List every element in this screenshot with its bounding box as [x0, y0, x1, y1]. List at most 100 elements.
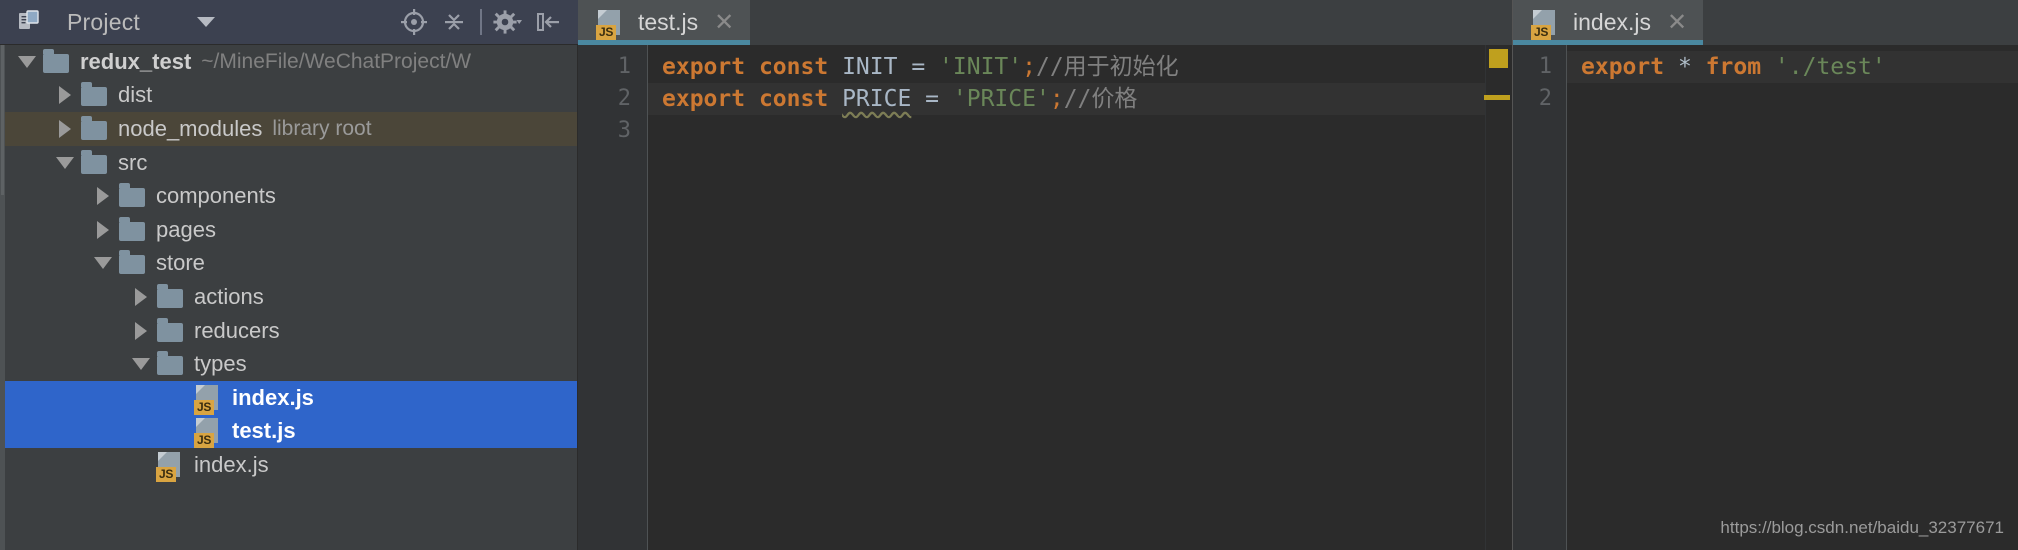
tree-row-label: store	[156, 250, 205, 276]
chevron-right-icon[interactable]	[52, 82, 78, 108]
tree-row-label: dist	[118, 82, 153, 108]
close-icon[interactable]: ✕	[714, 10, 734, 35]
code-token-op	[911, 86, 925, 112]
code-token-op	[828, 86, 842, 112]
warning-marker-icon[interactable]	[1489, 49, 1508, 68]
editor-pane-test-js: JS test.js ✕ 1 2 3 export const INIT = 'INIT';…	[578, 0, 1513, 550]
chevron-down-icon[interactable]	[52, 150, 78, 176]
js-file-icon: JS	[596, 9, 626, 40]
code-token-kw: const	[758, 54, 829, 80]
editor-body: 1 2 export * from './test'	[1513, 45, 2018, 550]
tree-scrollbar[interactable]	[0, 45, 5, 550]
code-token-semi: ;	[1022, 54, 1036, 80]
tree-row-redux-test[interactable]: redux_test ~/MineFile/WeChatProject/W	[0, 45, 577, 79]
tree-row-components[interactable]: components	[0, 179, 577, 213]
chevron-down-icon[interactable]	[14, 49, 40, 75]
line-number-gutter[interactable]: 1 2 3	[578, 45, 648, 550]
tree-row-reducers[interactable]: reducers	[0, 314, 577, 348]
locate-target-icon[interactable]	[394, 2, 434, 42]
project-toolbar	[394, 2, 568, 42]
tree-scrollbar-thumb[interactable]	[1, 45, 4, 195]
code-line[interactable]	[648, 115, 1485, 147]
code-token-kw: from	[1705, 54, 1762, 80]
code-line[interactable]: export const PRICE = 'PRICE';//价格	[648, 83, 1485, 115]
line-number: 1	[1538, 54, 1552, 79]
folder-icon	[80, 149, 110, 177]
tree-row-annotation: library root	[272, 116, 372, 140]
js-file-icon: JS	[194, 384, 224, 415]
editor-tab-test-js[interactable]: JS test.js ✕	[578, 0, 751, 45]
chevron-down-icon[interactable]	[196, 17, 215, 27]
chevron-right-icon[interactable]	[128, 284, 154, 310]
editor-tabbar: JS index.js ✕	[1513, 0, 2018, 45]
tree-row-index-js[interactable]: JS index.js	[0, 448, 577, 482]
tree-row-label: types	[194, 351, 247, 377]
code-token-kw: export	[1581, 54, 1665, 80]
tree-arrow-placeholder	[166, 418, 192, 444]
chevron-right-icon[interactable]	[52, 116, 78, 142]
line-number: 2	[617, 86, 631, 111]
chevron-down-icon[interactable]	[90, 250, 116, 276]
tree-row-label: node_modules	[118, 115, 263, 141]
line-number: 3	[617, 118, 631, 143]
line-number-gutter[interactable]: 12	[1513, 45, 1567, 550]
tree-row-dist[interactable]: dist	[0, 79, 577, 113]
project-panel-header: Project	[0, 0, 578, 45]
folder-icon	[42, 48, 72, 76]
folder-icon	[156, 317, 186, 345]
line-number: 1	[617, 54, 631, 79]
folder-icon	[156, 283, 186, 311]
hide-panel-icon[interactable]	[528, 2, 568, 42]
chevron-down-icon[interactable]	[128, 351, 154, 377]
code-content[interactable]: export const INIT = 'INIT';//用于初始化 export…	[648, 45, 1485, 550]
code-line[interactable]: export const INIT = 'INIT';//用于初始化	[648, 51, 1485, 83]
tree-row-label: index.js	[232, 384, 314, 410]
project-view-icon	[16, 9, 46, 35]
code-token-str: './test'	[1774, 54, 1886, 80]
tree-row-src[interactable]: src	[0, 146, 577, 180]
tree-row-pages[interactable]: pages	[0, 213, 577, 247]
folder-icon	[118, 182, 148, 210]
project-tree[interactable]: redux_test ~/MineFile/WeChatProject/W dist…	[0, 45, 578, 550]
tree-row-label: index.js	[194, 451, 269, 477]
js-file-icon: JS	[156, 451, 186, 482]
warning-stripe-marker[interactable]	[1484, 95, 1510, 100]
tree-row-store[interactable]: store	[0, 247, 577, 281]
tree-row-node-modules[interactable]: node_modules library root	[0, 112, 577, 146]
gear-icon[interactable]	[488, 2, 528, 42]
toolbar-divider	[480, 9, 482, 35]
code-token-ident-w: PRICE	[842, 86, 912, 112]
tree-row-label: test.js	[232, 418, 296, 444]
chevron-right-icon[interactable]	[90, 183, 116, 209]
code-token-op	[897, 54, 911, 80]
tree-row-label: src	[118, 149, 148, 175]
code-token-str: 'PRICE'	[952, 86, 1050, 112]
tree-row-annotation: ~/MineFile/WeChatProject/W	[201, 49, 472, 73]
editor-tab-index-js[interactable]: JS index.js ✕	[1513, 0, 1704, 45]
folder-icon	[118, 249, 148, 277]
chevron-right-icon[interactable]	[90, 217, 116, 243]
code-token-ident: INIT	[842, 54, 898, 80]
error-stripe-margin[interactable]	[1484, 45, 1512, 550]
code-token-op	[939, 86, 953, 112]
folder-icon	[156, 350, 186, 378]
chevron-right-icon[interactable]	[128, 318, 154, 344]
close-icon[interactable]: ✕	[1667, 10, 1687, 35]
tree-arrow-placeholder	[128, 452, 154, 478]
tree-row-label: pages	[156, 216, 216, 242]
code-content[interactable]: export * from './test'	[1567, 45, 2018, 550]
editor-tabbar: JS test.js ✕	[578, 0, 1512, 45]
collapse-all-icon[interactable]	[434, 2, 474, 42]
editor-area: JS test.js ✕ 1 2 3 export const INIT = 'INIT';…	[578, 0, 2018, 550]
code-line[interactable]: export * from './test'	[1567, 51, 2018, 83]
editor-body: 1 2 3 export const INIT = 'INIT';//用于初始化 exp…	[578, 45, 1512, 550]
tree-row-actions[interactable]: actions	[0, 280, 577, 314]
line-number: 2	[1538, 86, 1552, 111]
tree-row-types[interactable]: types	[0, 347, 577, 381]
code-line[interactable]	[1567, 83, 2018, 115]
project-view-selector[interactable]: Project	[14, 9, 215, 36]
tree-row-index-js[interactable]: JS index.js	[0, 380, 577, 415]
code-token-kw: const	[758, 86, 829, 112]
code-token-op	[745, 86, 759, 112]
tree-row-test-js[interactable]: JS test.js	[0, 414, 577, 449]
